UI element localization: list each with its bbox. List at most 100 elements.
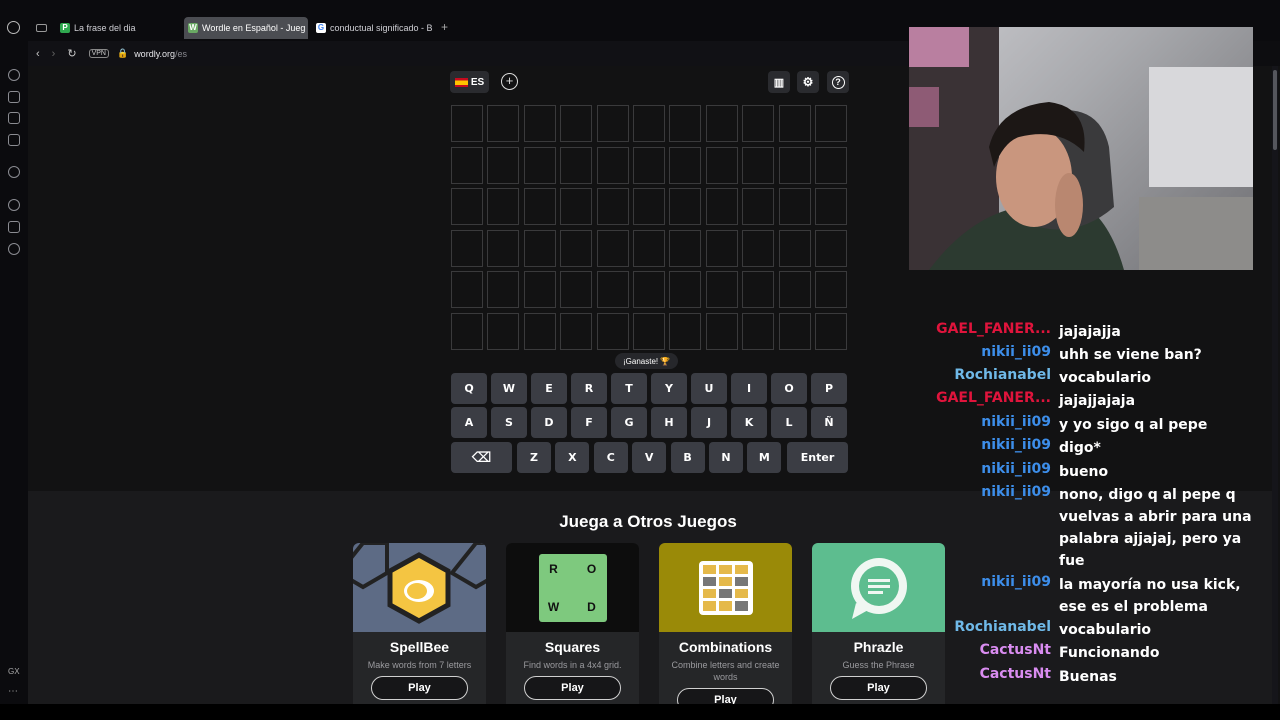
key-button[interactable]: E [531, 373, 567, 404]
board-tile [451, 229, 483, 267]
webcam-overlay [909, 27, 1253, 270]
key-button[interactable]: C [593, 442, 628, 473]
help-button[interactable]: ? [827, 71, 849, 93]
scrollbar[interactable] [1272, 66, 1278, 704]
key-button[interactable]: P [811, 373, 847, 404]
key-button[interactable]: U [691, 373, 727, 404]
chat-username[interactable]: nikii_ii09 [981, 414, 1051, 430]
stats-icon: ▥ [773, 76, 785, 89]
key-button[interactable]: Ñ [811, 407, 847, 438]
card-combinations[interactable]: Combinations Combine letters and create … [659, 543, 792, 713]
tab-manager-icon[interactable] [36, 24, 47, 32]
key-button[interactable]: J [691, 407, 727, 438]
tab-la-frase[interactable]: P La frase del dia [56, 17, 180, 39]
card-squares[interactable]: R O W D Squares Find words in a 4x4 grid… [506, 543, 639, 713]
chat-username[interactable]: nikii_ii09 [981, 461, 1051, 477]
key-button[interactable]: V [632, 442, 667, 473]
squares-image: R O W D [506, 543, 639, 632]
chat-text: jajajajja [1059, 324, 1121, 340]
key-button[interactable]: T [611, 373, 647, 404]
chat-username[interactable]: Rochianabel [954, 367, 1051, 383]
stats-button[interactable]: ▥ [768, 71, 790, 93]
tab-conductual[interactable]: G conductual significado - B [312, 17, 436, 39]
scrollbar-thumb[interactable] [1273, 70, 1277, 150]
key-button[interactable]: K [731, 407, 767, 438]
sidebar-settings-icon[interactable] [8, 243, 20, 255]
enter-key[interactable]: Enter [787, 442, 848, 473]
chat-text: vocabulario [1059, 370, 1152, 386]
sidebar-extensions-icon[interactable] [8, 221, 20, 233]
key-button[interactable]: I [731, 373, 767, 404]
board-tile [669, 312, 702, 350]
chat-username[interactable]: nikii_ii09 [981, 437, 1051, 453]
sidebar-edit-icon[interactable] [8, 112, 20, 124]
back-icon[interactable]: ‹ [36, 48, 40, 60]
key-button[interactable]: W [491, 373, 527, 404]
reload-icon[interactable]: ↻ [67, 47, 76, 60]
chat-username[interactable]: nikii_ii09 [981, 574, 1051, 590]
sidebar-history-icon[interactable] [8, 199, 20, 211]
url-field[interactable]: wordly.org/es [134, 49, 187, 59]
board-tile [705, 271, 738, 308]
gx-label[interactable]: GX [8, 667, 20, 676]
add-game-icon[interactable]: + [501, 73, 518, 90]
chat-username[interactable]: GAEL_FANER... [936, 321, 1051, 337]
board-tile [742, 105, 775, 142]
chat-username[interactable]: Rochianabel [954, 619, 1051, 635]
key-button[interactable]: H [651, 407, 687, 438]
chat-username[interactable]: nikii_ii09 [981, 484, 1051, 500]
vpn-badge[interactable]: VPN [88, 49, 109, 58]
chat-username[interactable]: nikii_ii09 [981, 344, 1051, 360]
key-button[interactable]: X [555, 442, 590, 473]
key-button[interactable]: S [491, 407, 527, 438]
board-tile [451, 271, 483, 308]
key-button[interactable]: Q [451, 373, 487, 404]
chat-username[interactable]: CactusNt [980, 642, 1051, 658]
key-button[interactable]: O [771, 373, 807, 404]
key-button[interactable]: A [451, 407, 487, 438]
more-icon[interactable]: ⋯ [8, 686, 18, 697]
new-tab-plus-icon[interactable]: + [441, 21, 452, 33]
key-button[interactable]: L [771, 407, 807, 438]
tab-label: La frase del dia [74, 23, 136, 33]
sidebar-m-icon[interactable] [8, 134, 20, 146]
board-tile [560, 229, 593, 267]
tab-wordle[interactable]: W Wordle en Español - Jueg [184, 17, 308, 39]
gear-icon: ⚙ [802, 75, 814, 89]
tab-favicon: P [60, 23, 70, 33]
board-tile [633, 105, 665, 142]
board-tile [560, 146, 593, 184]
opera-menu-icon[interactable] [7, 21, 20, 34]
board-tile [596, 271, 629, 308]
key-button[interactable]: M [747, 442, 782, 473]
key-button[interactable]: N [709, 442, 743, 473]
card-spellbee[interactable]: SpellBee Make words from 7 letters Play [353, 543, 486, 713]
settings-button[interactable]: ⚙ [797, 71, 819, 93]
card-title: Combinations [678, 639, 773, 655]
board-tile [669, 229, 702, 267]
chat-username[interactable]: GAEL_FANER... [936, 390, 1051, 406]
key-button[interactable]: Y [651, 373, 687, 404]
board-tile [778, 312, 811, 350]
sidebar-shop-icon[interactable] [8, 91, 20, 103]
play-button[interactable]: Play [524, 676, 621, 700]
key-button[interactable]: D [531, 407, 567, 438]
key-button[interactable]: R [571, 373, 607, 404]
board-tile [596, 229, 629, 267]
chat-username[interactable]: CactusNt [980, 666, 1051, 682]
sidebar-ai-icon[interactable] [8, 69, 20, 81]
board-tile [451, 105, 483, 142]
key-button[interactable]: F [571, 407, 607, 438]
combinations-grid-icon [698, 560, 753, 615]
key-button[interactable]: B [670, 442, 705, 473]
key-button[interactable]: Z [517, 442, 551, 473]
combinations-image [659, 543, 792, 632]
board-tile [815, 146, 847, 184]
language-button[interactable]: ES [450, 71, 489, 93]
forward-icon[interactable]: › [52, 48, 56, 60]
sidebar-chatgpt-icon[interactable] [8, 166, 20, 178]
key-button[interactable]: G [611, 407, 647, 438]
board-tile [705, 229, 738, 267]
backspace-key[interactable]: ⌫ [451, 442, 512, 473]
play-button[interactable]: Play [371, 676, 468, 700]
